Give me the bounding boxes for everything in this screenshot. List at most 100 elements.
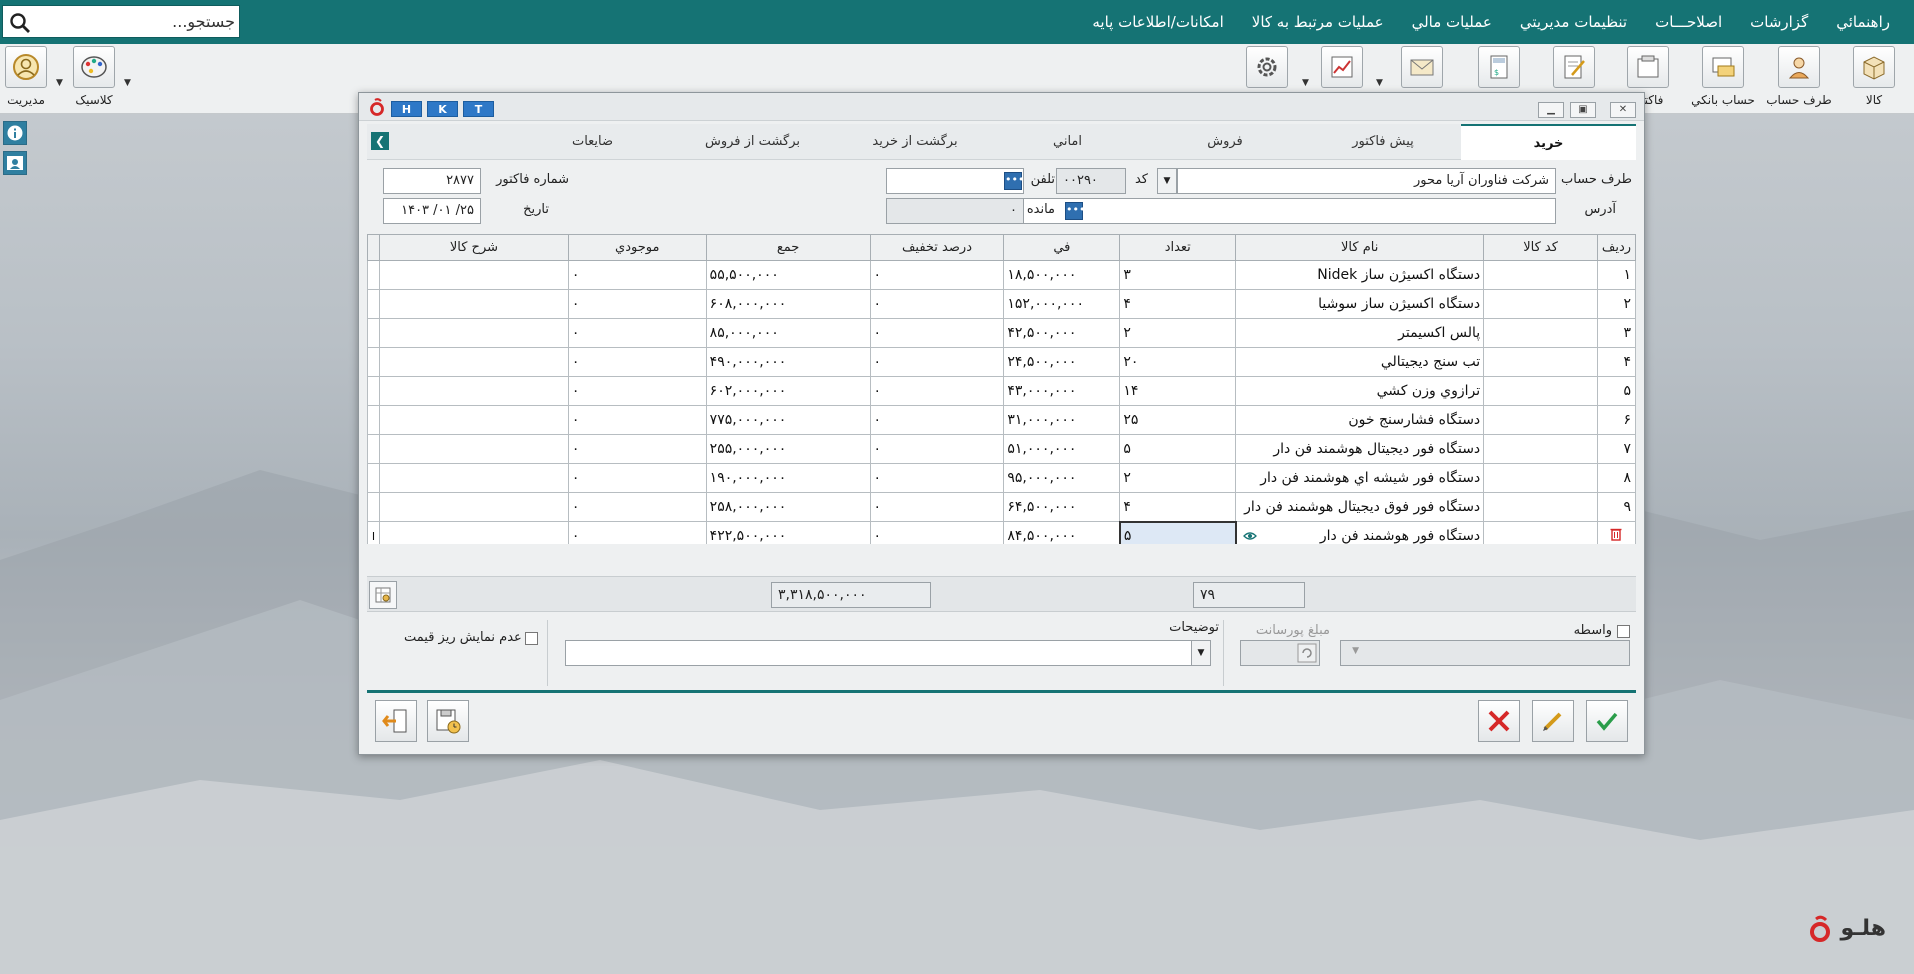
description-cell[interactable] xyxy=(379,318,569,348)
goods-name-cell[interactable]: پالس اکسيمتر xyxy=(1235,318,1485,348)
discount-cell[interactable]: ۰ xyxy=(869,463,1005,493)
quantity-cell[interactable]: ۴ xyxy=(1119,492,1237,522)
k-button[interactable]: K xyxy=(427,101,458,117)
toolbar-account-party-button[interactable]: طرف حساب xyxy=(1765,46,1833,107)
goods-name-cell[interactable]: دستگاه فور فوق ديجيتال هوشمند فن دار xyxy=(1235,492,1485,522)
tab-consignment[interactable]: اماني xyxy=(990,124,1145,160)
goods-name-cell[interactable]: دستگاه اکسيژن ساز سوشيا xyxy=(1235,289,1485,319)
goods-code-cell[interactable] xyxy=(1483,405,1599,435)
col-quantity[interactable]: تعداد xyxy=(1119,234,1237,261)
toolbar-calculator-button[interactable]: $ xyxy=(1465,46,1533,88)
toolbar-goods-button[interactable]: کالا xyxy=(1840,46,1908,107)
exit-button[interactable] xyxy=(375,700,417,742)
menu-help[interactable]: راهنمائي xyxy=(1822,13,1904,31)
goods-code-cell[interactable] xyxy=(1483,347,1599,377)
table-settings-button[interactable] xyxy=(369,581,397,609)
unit-price-cell[interactable]: ۳۱,۰۰۰,۰۰۰ xyxy=(1003,405,1121,435)
account-dropdown-button[interactable]: ▼ xyxy=(1157,168,1177,194)
menu-base-info[interactable]: امکانات/اطلاعات پايه xyxy=(1078,13,1237,31)
search-input[interactable] xyxy=(35,7,235,36)
description-cell[interactable] xyxy=(379,260,569,290)
unit-price-cell[interactable]: ۵۱,۰۰۰,۰۰۰ xyxy=(1003,434,1121,464)
goods-name-cell[interactable]: دستگاه فور ديجيتال هوشمند فن دار xyxy=(1235,434,1485,464)
unit-price-cell[interactable]: ۴۳,۰۰۰,۰۰۰ xyxy=(1003,376,1121,406)
tab-proforma[interactable]: پيش فاکتور xyxy=(1305,124,1461,160)
unit-price-cell[interactable]: ۹۵,۰۰۰,۰۰۰ xyxy=(1003,463,1121,493)
goods-code-cell[interactable] xyxy=(1483,318,1599,348)
goods-name-cell[interactable]: ترازوي وزن کشي xyxy=(1235,376,1485,406)
chevron-down-icon[interactable]: ▼ xyxy=(124,78,131,88)
table-row[interactable]: ۲ دستگاه اکسيژن ساز سوشيا ۴ ۱۵۲,۰۰۰,۰۰۰ … xyxy=(366,289,1636,319)
cancel-button[interactable] xyxy=(1478,700,1520,742)
unit-price-cell[interactable]: ۱۵۲,۰۰۰,۰۰۰ xyxy=(1003,289,1121,319)
save-draft-button[interactable] xyxy=(427,700,469,742)
table-row[interactable]: ۶ دستگاه فشارسنج خون ۲۵ ۳۱,۰۰۰,۰۰۰ ۰ ۷۷۵… xyxy=(366,405,1636,435)
toolbar-bank-account-button[interactable]: حساب بانکي xyxy=(1689,46,1757,107)
toolbar-edit-doc-button[interactable] xyxy=(1540,46,1608,88)
goods-code-cell[interactable] xyxy=(1483,260,1599,290)
intermediary-checkbox[interactable] xyxy=(1617,625,1630,638)
description-cell[interactable] xyxy=(379,347,569,377)
maximize-button[interactable]: ▣ xyxy=(1570,102,1596,118)
discount-cell[interactable]: ۰ xyxy=(869,492,1005,522)
tab-sale[interactable]: فروش xyxy=(1145,124,1305,160)
discount-cell[interactable]: ۰ xyxy=(869,347,1005,377)
notes-dropdown-button[interactable]: ▼ xyxy=(1191,640,1211,666)
discount-cell[interactable]: ۰ xyxy=(869,260,1005,290)
eye-icon[interactable] xyxy=(1242,531,1257,541)
goods-name-cell[interactable]: تب سنج ديجيتالي xyxy=(1235,347,1485,377)
col-total[interactable]: جمع xyxy=(705,234,871,261)
search-icon[interactable] xyxy=(9,12,31,34)
goods-code-cell[interactable] xyxy=(1483,376,1599,406)
col-goods-code[interactable]: کد کالا xyxy=(1483,234,1599,261)
table-row[interactable]: ۹ دستگاه فور فوق ديجيتال هوشمند فن دار ۴… xyxy=(366,492,1636,522)
table-row[interactable]: ۵ ترازوي وزن کشي ۱۴ ۴۳,۰۰۰,۰۰۰ ۰ ۶۰۲,۰۰۰… xyxy=(366,376,1636,406)
unit-price-cell[interactable]: ۲۴,۵۰۰,۰۰۰ xyxy=(1003,347,1121,377)
goods-code-cell[interactable] xyxy=(1483,434,1599,464)
quantity-cell[interactable]: ۲۵ xyxy=(1119,405,1237,435)
tab-purchase-return[interactable]: برگشت از خريد xyxy=(840,124,990,160)
discount-cell[interactable]: ۰ xyxy=(869,434,1005,464)
menu-financial-operations[interactable]: عمليات مالي xyxy=(1398,13,1506,31)
toolbar-classic-button[interactable]: کلاسيک xyxy=(60,46,128,107)
col-description[interactable]: شرح کالا xyxy=(379,234,569,261)
description-cell[interactable] xyxy=(379,289,569,319)
goods-name-cell[interactable]: دستگاه فور شيشه اي هوشمند فن دار xyxy=(1235,463,1485,493)
unit-price-cell[interactable]: ۶۴,۵۰۰,۰۰۰ xyxy=(1003,492,1121,522)
menu-goods-operations[interactable]: عمليات مرتبط به کالا xyxy=(1238,13,1398,31)
t-button[interactable]: T xyxy=(463,101,494,117)
invoice-number-field[interactable]: ۲۸۷۷ xyxy=(383,168,481,194)
confirm-button[interactable] xyxy=(1586,700,1628,742)
address-more-button[interactable]: ••• xyxy=(1065,202,1085,220)
goods-code-cell[interactable] xyxy=(1483,463,1599,493)
h-button[interactable]: H xyxy=(391,101,422,117)
table-row[interactable]: ۳ پالس اکسيمتر ۲ ۴۲,۵۰۰,۰۰۰ ۰ ۸۵,۰۰۰,۰۰۰… xyxy=(366,318,1636,348)
tab-sale-return[interactable]: برگشت از فروش xyxy=(665,124,840,160)
chevron-right-icon[interactable]: ❯ xyxy=(371,132,389,150)
menu-reports[interactable]: گزارشات xyxy=(1736,13,1822,31)
table-row[interactable]: ۱ دستگاه اکسيژن ساز Nidek ۳ ۱۸,۵۰۰,۰۰۰ ۰… xyxy=(366,260,1636,290)
description-cell[interactable] xyxy=(379,434,569,464)
description-cell[interactable] xyxy=(379,492,569,522)
toolbar-management-button[interactable]: مديريت xyxy=(0,46,60,107)
unit-price-cell[interactable]: ۴۲,۵۰۰,۰۰۰ xyxy=(1003,318,1121,348)
discount-cell[interactable]: ۰ xyxy=(869,289,1005,319)
discount-cell[interactable]: ۰ xyxy=(869,405,1005,435)
chevron-down-icon[interactable]: ▼ xyxy=(1376,78,1383,88)
toolbar-settings-button[interactable] xyxy=(1233,46,1301,88)
menu-management-settings[interactable]: تنظيمات مديريتي xyxy=(1506,13,1641,31)
table-row[interactable]: ۴ تب سنج ديجيتالي ۲۰ ۲۴,۵۰۰,۰۰۰ ۰ ۴۹۰,۰۰… xyxy=(366,347,1636,377)
tab-purchase[interactable]: خريد xyxy=(1461,124,1636,160)
hide-price-details-checkbox[interactable] xyxy=(525,632,538,645)
account-field[interactable]: شرکت فناوران آريا محور xyxy=(1177,168,1556,194)
user-card-icon[interactable] xyxy=(3,151,27,175)
code-field[interactable]: ۰۰۲۹۰ xyxy=(1056,168,1126,194)
goods-code-cell[interactable] xyxy=(1483,492,1599,522)
goods-name-cell[interactable]: دستگاه فشارسنج خون xyxy=(1235,405,1485,435)
goods-code-cell[interactable] xyxy=(1483,289,1599,319)
info-icon[interactable] xyxy=(3,121,27,145)
close-window-button[interactable]: ✕ xyxy=(1610,102,1636,118)
goods-name-cell[interactable]: دستگاه اکسيژن ساز Nidek xyxy=(1235,260,1485,290)
minimize-button[interactable]: ▁ xyxy=(1538,102,1564,118)
quantity-cell[interactable]: ۴ xyxy=(1119,289,1237,319)
